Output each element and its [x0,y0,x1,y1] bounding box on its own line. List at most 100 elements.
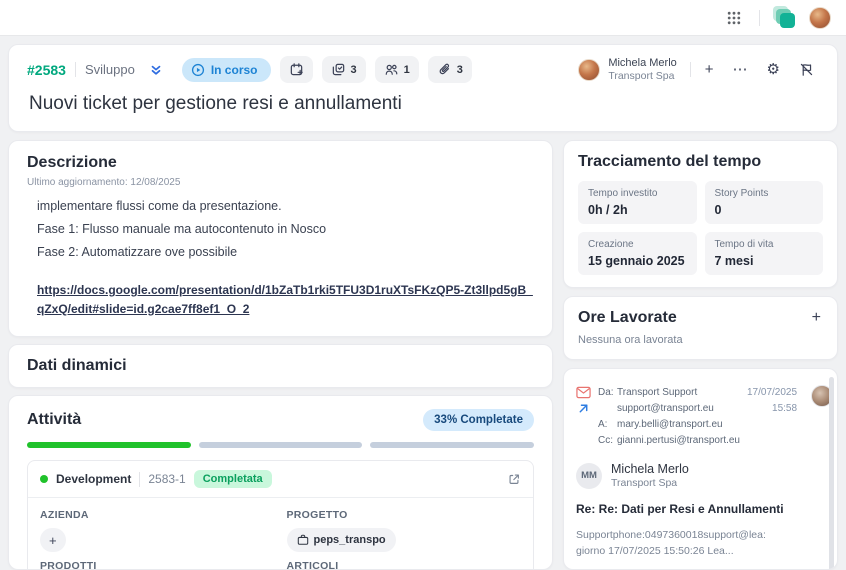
assignee[interactable]: Michela Merlo Transport Spa [578,56,676,84]
participants-button[interactable]: 1 [375,56,419,83]
ticket-header-card: #2583 Sviluppo In corso [8,44,838,132]
status-badge[interactable]: In corso [182,58,271,82]
add-hours-button[interactable]: + [810,309,823,327]
description-heading: Descrizione [27,154,534,172]
ticket-category[interactable]: Sviluppo [85,62,135,77]
topbar [0,0,846,36]
to-email: mary.belli@transport.eu [617,417,740,433]
presentation-link[interactable]: https://docs.google.com/presentation/d/1… [27,281,534,318]
copy-check-icon [331,62,346,77]
email-author: MM Michela Merlo Transport Spa [576,462,823,489]
time-tracking-card: Tracciamento del tempo Tempo investito 0… [563,140,838,288]
field-articoli: ARTICOLI + [287,560,522,570]
play-icon [191,63,205,77]
email-preview-line: Supportphone:0497360018support@lea: [576,527,823,543]
ticket-title[interactable]: Nuovi ticket per gestione resi e annulla… [29,93,819,115]
last-update-text: Ultimo aggiornamento: 12/08/2025 [27,177,534,188]
author-name: Michela Merlo [611,462,689,476]
settings-gear-icon[interactable]: ⚙ [762,62,785,77]
status-label: In corso [211,63,258,77]
linked-tasks-button[interactable]: 3 [322,56,366,83]
schedule-button[interactable] [280,56,313,83]
email-preview-line: giorno 17/07/2025 15:50:26 Lea... [576,543,823,559]
progetto-chip-label: peps_transpo [314,534,386,546]
apps-grid-icon[interactable] [722,11,746,25]
field-label: ARTICOLI [287,560,522,570]
divider [139,472,140,487]
paperclip-icon [437,62,452,77]
cc-email: gianni.pertusi@transport.eu [617,433,740,449]
from-email: support@transport.eu [617,401,740,417]
flag-off-icon[interactable] [794,62,819,77]
activities-heading: Attività [27,411,81,429]
description-line: Fase 2: Automatizzare ove possibile [37,245,534,259]
progress-segment-done [27,442,191,448]
field-label: PRODOTTI [40,560,275,570]
dynamic-data-card[interactable]: Dati dinamici [8,344,553,388]
user-avatar[interactable] [809,7,831,29]
people-icon [384,62,399,77]
field-label: PROGETTO [287,509,522,521]
from-label: Da: [598,385,617,401]
author-initials-avatar: MM [576,463,602,489]
email-scrollbar[interactable] [829,377,834,570]
assignee-name: Michela Merlo [608,56,676,70]
field-label: AZIENDA [40,509,275,521]
envelope-icon [576,386,591,399]
divider [75,62,76,77]
description-line: implementare flussi come da presentazion… [37,199,534,213]
activity-status-dot [40,475,48,483]
dynamic-data-heading: Dati dinamici [27,357,534,375]
field-azienda: AZIENDA + [40,509,275,552]
progress-segment [370,442,534,448]
attachments-button[interactable]: 3 [428,56,472,83]
email-preview[interactable]: Supportphone:0497360018support@lea: gior… [576,527,823,560]
email-time: 15:58 [747,401,797,417]
email-subject[interactable]: Re: Re: Dati per Resi e Annullamenti [576,502,823,516]
activities-progress-bar [27,442,534,448]
email-header[interactable]: Da: Transport Support support@transport.… [576,385,823,449]
open-activity-button[interactable] [507,472,521,486]
description-body[interactable]: implementare flussi come da presentazion… [27,199,534,259]
field-prodotti: PRODOTTI + [40,560,275,570]
assignee-avatar [578,59,600,81]
author-company: Transport Spa [611,477,689,489]
activity-type: Development [56,472,131,486]
progress-segment [199,442,363,448]
email-thread-card: Da: Transport Support support@transport.… [563,368,838,570]
divider [690,62,691,77]
activity-status-badge: Completata [194,470,272,488]
progetto-chip[interactable]: peps_transpo [287,528,396,552]
time-tracking-heading: Tracciamento del tempo [578,153,823,171]
add-button[interactable]: + [700,62,719,77]
briefcase-icon [297,534,309,546]
activities-card: Attività 33% Completate Development 2583… [8,395,553,570]
cc-label: Cc: [598,433,617,449]
to-label: A: [598,417,617,433]
worked-hours-heading: Ore Lavorate [578,309,677,327]
activity-code: 2583-1 [148,472,185,486]
external-link-icon [507,472,521,486]
stat-tempo-investito: Tempo investito 0h / 2h [578,181,697,224]
ticket-id: #2583 [27,62,66,78]
attachments-count: 3 [457,64,463,76]
topbar-divider [759,10,760,26]
description-line: Fase 1: Flusso manuale ma autocontenuto … [37,222,534,236]
field-progetto: PROGETTO peps_transpo [287,509,522,552]
completion-badge: 33% Completate [423,409,534,431]
description-card: Descrizione Ultimo aggiornamento: 12/08/… [8,140,553,337]
activity-item: Development 2583-1 Completata [27,460,534,570]
email-date: 17/07/2025 [747,385,797,401]
arrow-up-right-icon [578,403,589,414]
stat-tempo-di-vita: Tempo di vita 7 mesi [705,232,824,275]
participants-count: 1 [404,64,410,76]
worked-hours-card: Ore Lavorate + Nessuna ora lavorata [563,296,838,360]
chevron-double-down-icon[interactable] [144,63,168,77]
worked-hours-empty-text: Nessuna ora lavorata [578,334,823,346]
assignee-company: Transport Spa [608,70,676,84]
app-logo[interactable] [773,6,796,29]
from-name: Transport Support [617,385,740,401]
add-azienda-button[interactable]: + [40,528,66,552]
more-options-button[interactable]: ⋯ [728,62,753,77]
stat-creazione: Creazione 15 gennaio 2025 [578,232,697,275]
